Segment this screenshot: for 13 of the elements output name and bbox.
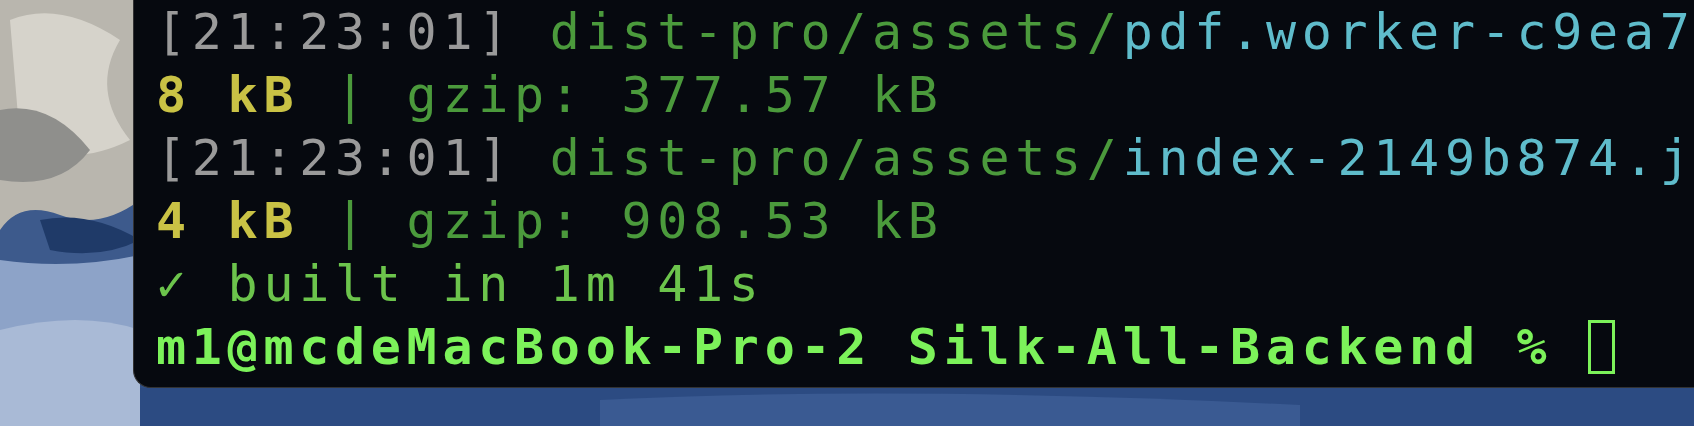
file-size: 4 kB xyxy=(156,191,300,250)
build-message: ✓ built in 1m 41s xyxy=(156,254,765,313)
file-name: index-2149b874.j xyxy=(1122,128,1694,187)
file-path: dist-pro/assets/ xyxy=(549,2,1123,61)
gzip-size: | gzip: 377.57 kB xyxy=(335,65,944,124)
file-size: 8 kB xyxy=(156,65,300,124)
timestamp: [21:23:01] xyxy=(156,2,515,61)
text-cursor[interactable] xyxy=(1588,319,1616,374)
timestamp: [21:23:01] xyxy=(156,128,515,187)
file-path: dist-pro/assets/ xyxy=(549,128,1123,187)
gzip-size: | gzip: 908.53 kB xyxy=(335,191,944,250)
file-name: pdf.worker-c9ea7 xyxy=(1122,2,1694,61)
shell-prompt: m1@mcdeMacBook-Pro-2 Silk-All-Backend % xyxy=(156,317,1553,376)
